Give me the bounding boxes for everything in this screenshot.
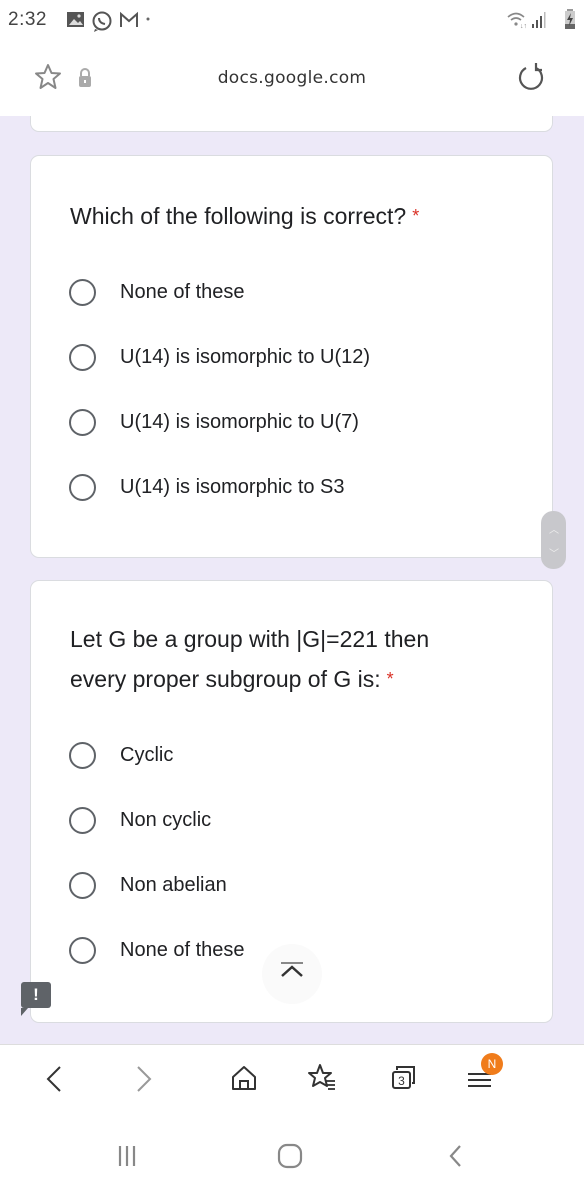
reload-icon[interactable] — [517, 62, 547, 94]
option-label: Cyclic — [120, 743, 174, 766]
radio-button[interactable] — [69, 741, 96, 769]
option-label: Non cyclic — [120, 808, 212, 831]
menu-button[interactable]: N — [461, 1053, 503, 1099]
battery-charging-icon — [565, 9, 575, 29]
question-text: Which of the following is correct? — [70, 203, 407, 229]
question-text-line2: every proper subgroup of G is: — [70, 666, 381, 692]
radio-option[interactable]: None of these — [69, 274, 245, 310]
recent-apps-icon — [118, 1146, 136, 1166]
required-asterisk: * — [386, 669, 394, 689]
radio-option[interactable]: Cyclic — [69, 737, 173, 773]
gallery-icon — [67, 12, 84, 27]
status-time: 2:32 — [8, 9, 47, 30]
forward-icon — [137, 1066, 152, 1092]
system-back-button[interactable] — [436, 1136, 476, 1176]
scroll-to-top-button[interactable] — [262, 944, 322, 1004]
home-icon — [232, 1066, 256, 1090]
home-button[interactable] — [224, 1059, 264, 1099]
system-back-icon — [449, 1145, 461, 1167]
back-button[interactable] — [36, 1059, 76, 1099]
form-content: Which of the following is correct? * None… — [0, 116, 584, 1044]
dot-icon — [146, 17, 150, 21]
radio-option[interactable]: U(14) is isomorphic to S3 — [69, 469, 345, 505]
radio-button[interactable] — [69, 871, 96, 899]
option-label: U(14) is isomorphic to U(12) — [120, 345, 371, 368]
system-home-button[interactable] — [271, 1136, 311, 1176]
notification-badge: N — [481, 1053, 503, 1075]
bookmarks-button[interactable] — [302, 1059, 342, 1099]
radio-option[interactable]: Non abelian — [69, 867, 227, 903]
signal-icon — [532, 12, 546, 28]
option-label: None of these — [120, 938, 245, 961]
url-bar: docs.google.com — [0, 40, 584, 116]
required-asterisk: * — [412, 206, 420, 226]
tabs-icon: 3 — [392, 1066, 415, 1089]
radio-option[interactable]: U(14) is isomorphic to U(12) — [69, 339, 370, 375]
option-label: Non abelian — [120, 873, 227, 896]
browser-toolbar: 3 N — [0, 1044, 584, 1125]
radio-button[interactable] — [69, 473, 96, 501]
bookmarks-icon — [308, 1064, 335, 1090]
system-navigation-bar — [0, 1124, 584, 1200]
option-label: None of these — [120, 280, 245, 303]
question-title: Which of the following is correct? * — [70, 196, 419, 236]
radio-button[interactable] — [69, 806, 96, 834]
radio-button[interactable] — [69, 343, 96, 371]
gmail-icon — [120, 11, 138, 27]
scroll-to-top-icon — [281, 962, 303, 977]
forward-button[interactable] — [124, 1059, 164, 1099]
radio-option[interactable]: Non cyclic — [69, 802, 211, 838]
option-label: U(14) is isomorphic to S3 — [120, 475, 345, 498]
svg-text:↓↑: ↓↑ — [520, 23, 527, 29]
url-text[interactable]: docs.google.com — [0, 68, 584, 88]
question-card-1: Which of the following is correct? * None… — [30, 155, 553, 558]
svg-text:3: 3 — [398, 1074, 405, 1088]
report-feedback-button[interactable]: ! — [21, 982, 51, 1016]
whatsapp-icon — [92, 11, 112, 32]
back-icon — [46, 1066, 61, 1092]
status-bar: 2:32 ↓↑ — [0, 0, 584, 40]
question-title: Let G be a group with |G|=221 then every … — [70, 619, 429, 699]
radio-button[interactable] — [69, 936, 96, 964]
previous-question-card — [30, 116, 553, 132]
scroll-handle[interactable]: ︿ ﹀ — [541, 511, 566, 569]
wifi-icon: ↓↑ — [507, 12, 527, 29]
option-label: U(14) is isomorphic to U(7) — [120, 410, 359, 433]
radio-button[interactable] — [69, 278, 96, 306]
radio-button[interactable] — [69, 408, 96, 436]
system-home-icon — [277, 1143, 303, 1169]
tabs-button[interactable]: 3 — [385, 1059, 425, 1099]
radio-option[interactable]: None of these — [69, 932, 245, 968]
question-text-line1: Let G be a group with |G|=221 then — [70, 626, 430, 652]
recent-apps-button[interactable] — [108, 1136, 148, 1176]
radio-option[interactable]: U(14) is isomorphic to U(7) — [69, 404, 359, 440]
